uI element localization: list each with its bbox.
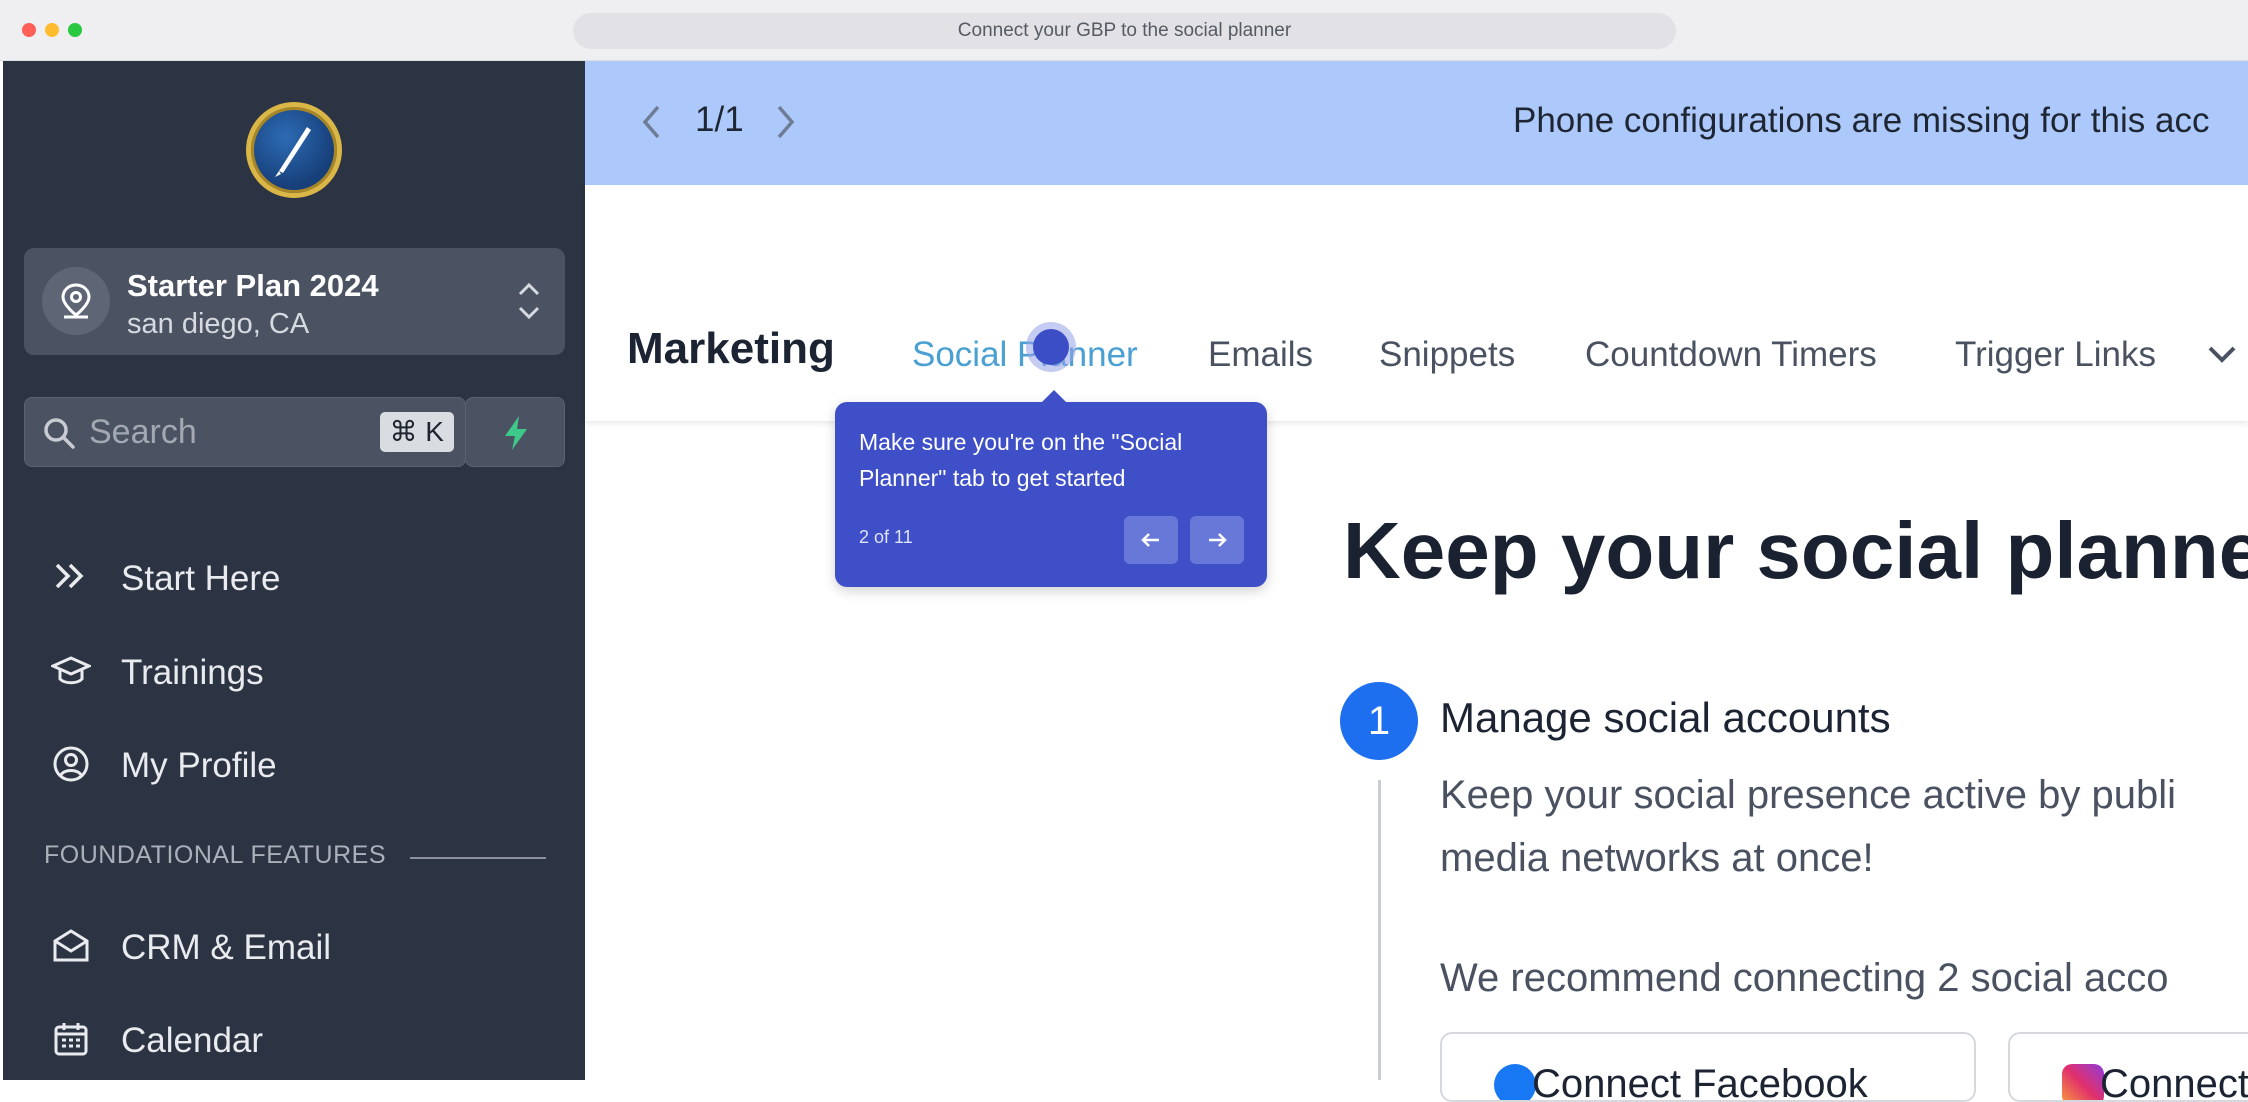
sidebar-item-label: Calendar xyxy=(121,1021,264,1060)
sidebar-item-label: Trainings xyxy=(121,653,264,692)
sidebar-item-label: My Profile xyxy=(121,746,277,785)
close-window-button[interactable] xyxy=(22,23,36,37)
tooltip-next-button[interactable] xyxy=(1190,516,1244,564)
tooltip-step-count: 2 of 11 xyxy=(859,527,913,547)
arrow-left-icon xyxy=(1141,533,1159,547)
tab-social-planner[interactable]: Social Planner xyxy=(912,335,1138,375)
step-title: Manage social accounts xyxy=(1440,694,1891,741)
page-title: Marketing xyxy=(627,324,835,373)
chevron-up-down-icon xyxy=(518,282,540,320)
minimize-window-button[interactable] xyxy=(45,23,59,37)
double-chevron-icon xyxy=(55,563,84,589)
search-input[interactable]: Search ⌘ K xyxy=(24,397,466,467)
lightning-bolt-icon xyxy=(505,416,527,450)
tooltip-text: Make sure you're on the "Social Planner"… xyxy=(859,429,1183,491)
sidebar-item-calendar[interactable]: Calendar xyxy=(51,1009,551,1069)
marketing-header: Marketing Social Planner Emails Snippets… xyxy=(585,185,2248,421)
tab-countdown-timers[interactable]: Countdown Timers xyxy=(1585,335,1877,375)
page-hero-heading: Keep your social planne xyxy=(1343,506,2248,595)
sidebar-item-label: CRM & Email xyxy=(121,928,332,967)
tour-hotspot-marker[interactable] xyxy=(1033,329,1069,365)
graduation-cap-icon xyxy=(51,656,91,685)
chevron-down-icon[interactable] xyxy=(2205,342,2239,366)
banner-message: Phone configurations are missing for thi… xyxy=(1513,101,2210,140)
tab-emails[interactable]: Emails xyxy=(1208,335,1313,375)
notification-banner: 1/1 Phone configurations are missing for… xyxy=(585,61,2248,185)
step-recommendation: We recommend connecting 2 social acco xyxy=(1440,956,2169,1000)
window-titlebar: Connect your GBP to the social planner xyxy=(0,0,2248,61)
search-icon xyxy=(44,418,75,449)
step-number-badge: 1 xyxy=(1340,682,1418,760)
sidebar-item-crm-email[interactable]: CRM & Email xyxy=(51,916,551,976)
calendar-icon xyxy=(54,1023,88,1056)
chevron-left-icon[interactable] xyxy=(640,103,662,141)
connect-button-label: Connect Instagram xyxy=(2100,1062,2248,1102)
feather-pen-icon xyxy=(275,127,311,177)
step-description: Keep your social presence active by publ… xyxy=(1440,764,2248,890)
search-shortcut-badge: ⌘ K xyxy=(379,412,454,452)
step-description-line: Keep your social presence active by publ… xyxy=(1440,773,2176,817)
sidebar-item-my-profile[interactable]: My Profile xyxy=(51,734,551,794)
user-circle-icon xyxy=(53,746,89,782)
chevron-right-icon[interactable] xyxy=(775,103,797,141)
sidebar-item-label: Start Here xyxy=(121,559,281,598)
tooltip-prev-button[interactable] xyxy=(1124,516,1178,564)
connect-instagram-button[interactable]: Connect Instagram xyxy=(2008,1032,2248,1102)
sidebar-item-start-here[interactable]: Start Here xyxy=(51,547,551,607)
quick-actions-button[interactable] xyxy=(465,397,565,467)
section-divider xyxy=(410,857,546,859)
account-switcher[interactable]: Starter Plan 2024 san diego, CA xyxy=(24,248,565,355)
tab-trigger-links[interactable]: Trigger Links xyxy=(1955,335,2156,375)
instagram-icon xyxy=(2062,1064,2104,1100)
step-description-line: media networks at once! xyxy=(1440,836,1874,880)
search-placeholder: Search xyxy=(89,413,197,451)
step-connector-line xyxy=(1378,780,1381,1080)
maximize-window-button[interactable] xyxy=(68,23,82,37)
connect-button-label: Connect Facebook xyxy=(1532,1062,1868,1102)
section-heading: FOUNDATIONAL FEATURES xyxy=(44,841,387,869)
tour-tooltip: Make sure you're on the "Social Planner"… xyxy=(835,390,1267,587)
banner-counter: 1/1 xyxy=(695,100,744,139)
tab-snippets[interactable]: Snippets xyxy=(1379,335,1515,375)
envelope-icon xyxy=(53,929,89,962)
address-bar[interactable]: Connect your GBP to the social planner xyxy=(573,13,1676,49)
sidebar: Starter Plan 2024 san diego, CA Search ⌘… xyxy=(3,61,585,1080)
location-pin-icon xyxy=(42,267,110,335)
company-logo[interactable] xyxy=(246,102,342,198)
account-location: san diego, CA xyxy=(127,308,310,340)
sidebar-item-trainings[interactable]: Trainings xyxy=(51,641,551,701)
arrow-right-icon xyxy=(1209,533,1227,547)
facebook-icon xyxy=(1494,1064,1536,1100)
connect-facebook-button[interactable]: Connect Facebook xyxy=(1440,1032,1976,1102)
account-name: Starter Plan 2024 xyxy=(127,268,379,303)
